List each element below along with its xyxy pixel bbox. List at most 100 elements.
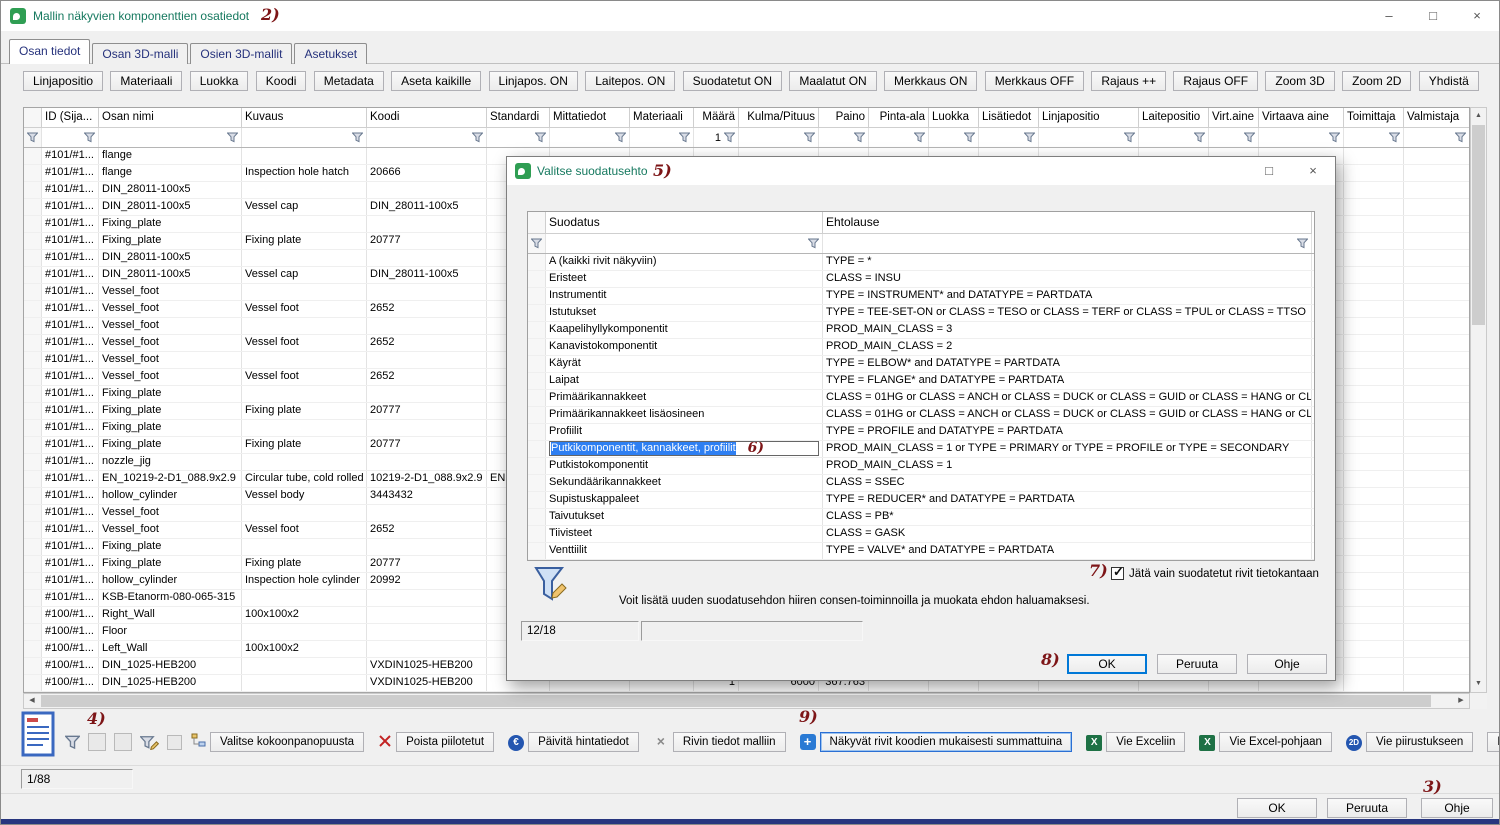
column-header-linjap[interactable]: Linjapositio (1039, 108, 1139, 128)
filter-code[interactable] (367, 128, 487, 147)
maximize-icon[interactable]: □ (1411, 1, 1455, 31)
tab-3[interactable]: Osien 3D-mallit (190, 43, 292, 64)
dialog-maximize-icon[interactable]: □ (1247, 157, 1291, 185)
vertical-scrollbar[interactable]: ▲ ▼ (1470, 107, 1487, 693)
row-selector[interactable] (24, 199, 42, 215)
scissors-icon[interactable] (378, 734, 392, 751)
scroll-down-icon[interactable]: ▼ (1471, 676, 1486, 692)
dialog-column-header-suodatus[interactable]: Suodatus (546, 212, 823, 234)
column-header-desc[interactable]: Kuvaus (242, 108, 367, 128)
filter-linjap[interactable] (1039, 128, 1139, 147)
filter-name-editbox[interactable]: Putkikomponentit, kannakkeet, profiilit6… (549, 441, 819, 456)
row-selector[interactable] (24, 522, 42, 538)
dialog-row[interactable]: SekundäärikannakkeetCLASS = SSEC (528, 475, 1314, 492)
dialog-row[interactable]: PutkistokomponentitPROD_MAIN_CLASS = 1 (528, 458, 1314, 475)
bottom-button-5[interactable]: Näkyvät rivit koodien mukaisesti summatt… (820, 732, 1073, 752)
dialog-row-selector[interactable] (528, 424, 546, 440)
bottom-button-3[interactable]: Päivitä hintatiedot (528, 732, 639, 752)
dialog-row-selector[interactable] (528, 322, 546, 338)
dialog-cancel-button[interactable]: Peruuta (1157, 654, 1237, 674)
toolbar-button-4[interactable]: Koodi (256, 71, 307, 91)
toolbar-button-9[interactable]: Suodatetut ON (683, 71, 782, 91)
column-header-virt[interactable]: Virt.aine (1209, 108, 1259, 128)
horizontal-scroll-thumb[interactable] (41, 695, 1431, 707)
filter-name[interactable] (99, 128, 242, 147)
filter-lisat[interactable] (979, 128, 1039, 147)
toolbar-button-15[interactable]: Zoom 3D (1265, 71, 1334, 91)
dialog-row-selector[interactable] (528, 373, 546, 389)
dialog-row-selector[interactable] (528, 509, 546, 525)
tree-icon[interactable] (191, 733, 206, 751)
column-header-id[interactable]: ID (Sija... (42, 108, 99, 128)
toolbar-button-7[interactable]: Linjapos. ON (489, 71, 578, 91)
filter-std[interactable] (487, 128, 550, 147)
horizontal-scrollbar[interactable]: ◀ ▶ (23, 693, 1470, 709)
cross-icon[interactable]: × (653, 734, 669, 750)
cancel-button[interactable]: Peruuta (1327, 798, 1407, 818)
euro-icon[interactable]: € (508, 734, 524, 751)
dialog-row[interactable]: IstutuksetTYPE = TEE-SET-ON or CLASS = T… (528, 305, 1314, 322)
toolbar-button-11[interactable]: Merkkaus ON (884, 71, 977, 91)
row-selector[interactable] (24, 216, 42, 232)
dialog-row[interactable]: EristeetCLASS = INSU (528, 271, 1314, 288)
dialog-filter-suodatus[interactable] (546, 234, 823, 253)
row-selector[interactable] (24, 471, 42, 487)
bottom-button-7[interactable]: Vie Excel-pohjaan (1219, 732, 1332, 752)
dialog-filter-selector-icon[interactable] (528, 234, 546, 253)
filter-desc[interactable] (242, 128, 367, 147)
toolbar-button-6[interactable]: Aseta kaikille (391, 71, 481, 91)
dialog-row-selector[interactable] (528, 441, 546, 457)
row-selector[interactable] (24, 437, 42, 453)
dialog-row[interactable]: KaapelihyllykomponentitPROD_MAIN_CLASS =… (528, 322, 1314, 339)
tool-box-icon-3[interactable] (167, 735, 182, 750)
column-header-lisat[interactable]: Lisätiedot (979, 108, 1039, 128)
row-selector[interactable] (24, 403, 42, 419)
dialog-help-button[interactable]: Ohje (1247, 654, 1327, 674)
row-selector[interactable] (24, 301, 42, 317)
toolbar-button-14[interactable]: Rajaus OFF (1173, 71, 1258, 91)
column-header-kulma[interactable]: Kulma/Pituus (739, 108, 819, 128)
row-selector[interactable] (24, 233, 42, 249)
dialog-row-selector[interactable] (528, 407, 546, 423)
ok-button[interactable]: OK (1237, 798, 1317, 818)
bottom-button-2[interactable]: Poista piilotetut (396, 732, 494, 752)
filter-kulma[interactable] (739, 128, 819, 147)
row-selector[interactable] (24, 284, 42, 300)
column-header-toim[interactable]: Toimittaja (1344, 108, 1404, 128)
toolbar-button-13[interactable]: Rajaus ++ (1091, 71, 1166, 91)
row-selector[interactable] (24, 573, 42, 589)
row-selector[interactable] (24, 420, 42, 436)
scroll-right-icon[interactable]: ▶ (1453, 694, 1469, 708)
minimize-icon[interactable]: – (1367, 1, 1411, 31)
row-selector[interactable] (24, 556, 42, 572)
row-selector[interactable] (24, 539, 42, 555)
bottom-button-1[interactable]: Valitse kokoonpanopuusta (210, 732, 364, 752)
column-header-std[interactable]: Standardi (487, 108, 550, 128)
tab-4[interactable]: Asetukset (294, 43, 367, 64)
toolbar-button-1[interactable]: Linjapositio (23, 71, 103, 91)
toolbar-button-2[interactable]: Materiaali (110, 71, 182, 91)
toolbar-button-10[interactable]: Maalatut ON (789, 71, 876, 91)
scroll-up-icon[interactable]: ▲ (1471, 108, 1486, 124)
column-header-luokka[interactable]: Luokka (929, 108, 979, 128)
dialog-row-selector[interactable] (528, 305, 546, 321)
row-selector[interactable] (24, 165, 42, 181)
dialog-row-selector[interactable] (528, 271, 546, 287)
dialog-row-selector[interactable] (528, 526, 546, 542)
dialog-row-selector[interactable] (528, 543, 546, 559)
column-header-mat[interactable]: Materiaali (630, 108, 694, 128)
dialog-row[interactable]: Putkikomponentit, kannakkeet, profiilit6… (528, 441, 1314, 458)
row-selector[interactable] (24, 250, 42, 266)
row-selector[interactable] (24, 505, 42, 521)
filter-icon[interactable] (65, 735, 80, 750)
row-selector[interactable] (24, 607, 42, 623)
filter-mat[interactable] (630, 128, 694, 147)
excel-icon[interactable]: X (1199, 734, 1215, 751)
dialog-row-selector[interactable] (528, 475, 546, 491)
dialog-column-header-ehtolause[interactable]: Ehtolause (823, 212, 1312, 234)
filter-paino[interactable] (819, 128, 869, 147)
row-selector[interactable] (24, 267, 42, 283)
column-header-laitep[interactable]: Laitepositio (1139, 108, 1209, 128)
filter-toim[interactable] (1344, 128, 1404, 147)
column-header-pinta[interactable]: Pinta-ala (869, 108, 929, 128)
